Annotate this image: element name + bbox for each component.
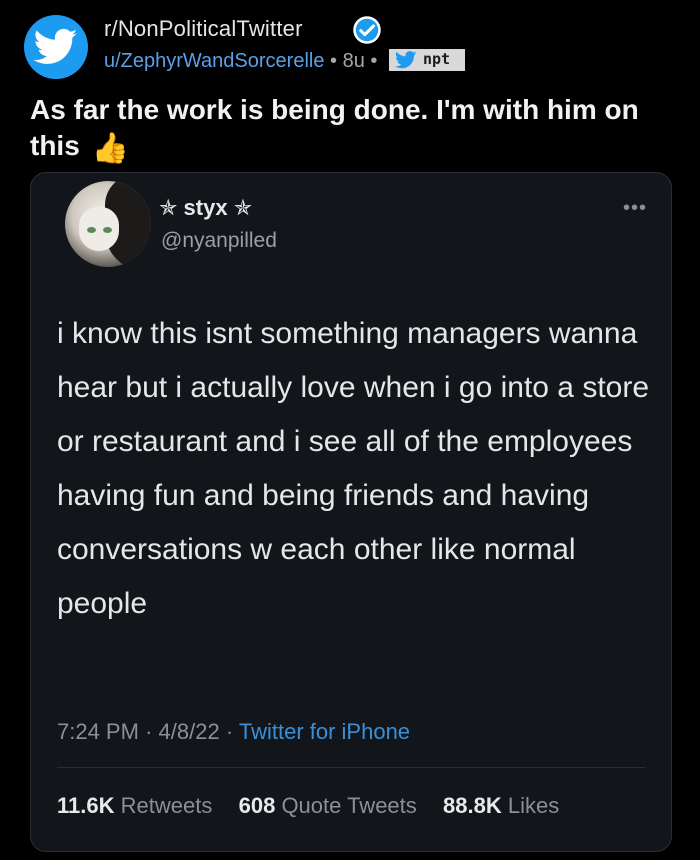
- quotes-label: Quote Tweets: [281, 793, 417, 818]
- avatar-face: [79, 207, 119, 251]
- tweet-body: i know this isnt something managers wann…: [57, 317, 650, 620]
- post-flair[interactable]: npt: [389, 48, 465, 71]
- flair-bird-icon: [395, 50, 417, 68]
- quotes-count: 608: [238, 793, 276, 818]
- retweets-stat[interactable]: 11.6K Retweets: [57, 793, 218, 818]
- likes-stat[interactable]: 88.8K Likes: [443, 793, 559, 818]
- avatar-eye-left: [87, 227, 96, 233]
- tweet-meta-separator-2: ·: [225, 719, 234, 744]
- retweets-count: 11.6K: [57, 793, 115, 818]
- tweet-stats: 11.6K Retweets 608 Quote Tweets 88.8K Li…: [57, 793, 559, 819]
- retweets-label: Retweets: [120, 793, 213, 818]
- tweet-meta-separator: ·: [145, 719, 153, 744]
- post-header: r/NonPoliticalTwitter u/ZephyrWandSorcer…: [24, 12, 684, 82]
- post-age: 8u: [342, 50, 365, 72]
- quotes-stat[interactable]: 608 Quote Tweets: [239, 793, 423, 818]
- tweet-avatar[interactable]: [65, 181, 151, 267]
- tweet-date: 4/8/22: [158, 719, 220, 744]
- meta-separator: •: [330, 50, 338, 72]
- tweet-time: 7:24 PM: [57, 719, 139, 744]
- tweet-source[interactable]: Twitter for iPhone: [239, 719, 410, 744]
- verified-badge-icon: [353, 16, 381, 44]
- tweet-handle[interactable]: @nyanpilled: [161, 229, 277, 253]
- tweet-meta: 7:24 PM · 4/8/22 · Twitter for iPhone: [57, 719, 410, 745]
- post-author[interactable]: u/ZephyrWandSorcerelle: [104, 50, 324, 72]
- subreddit-avatar[interactable]: [24, 15, 88, 79]
- post-title[interactable]: As far the work is being done. I'm with …: [30, 92, 670, 167]
- embedded-tweet-card[interactable]: ✯ styx ✯ @nyanpilled ••• i know this isn…: [30, 172, 672, 852]
- meta-separator-2: •: [370, 50, 378, 72]
- avatar-eye-right: [103, 227, 112, 233]
- flair-text: npt: [423, 49, 451, 68]
- more-options-icon[interactable]: •••: [623, 197, 647, 220]
- twitter-bird-icon: [34, 28, 78, 64]
- likes-label: Likes: [507, 793, 560, 818]
- post-meta: u/ZephyrWandSorcerelle • 8u • npt: [104, 48, 465, 73]
- tweet-divider: [57, 767, 645, 768]
- tweet-display-name[interactable]: ✯ styx ✯: [159, 195, 252, 221]
- thumbs-up-emoji: 👍: [91, 132, 129, 165]
- subreddit-name[interactable]: r/NonPoliticalTwitter: [104, 16, 303, 42]
- likes-count: 88.8K: [443, 793, 502, 818]
